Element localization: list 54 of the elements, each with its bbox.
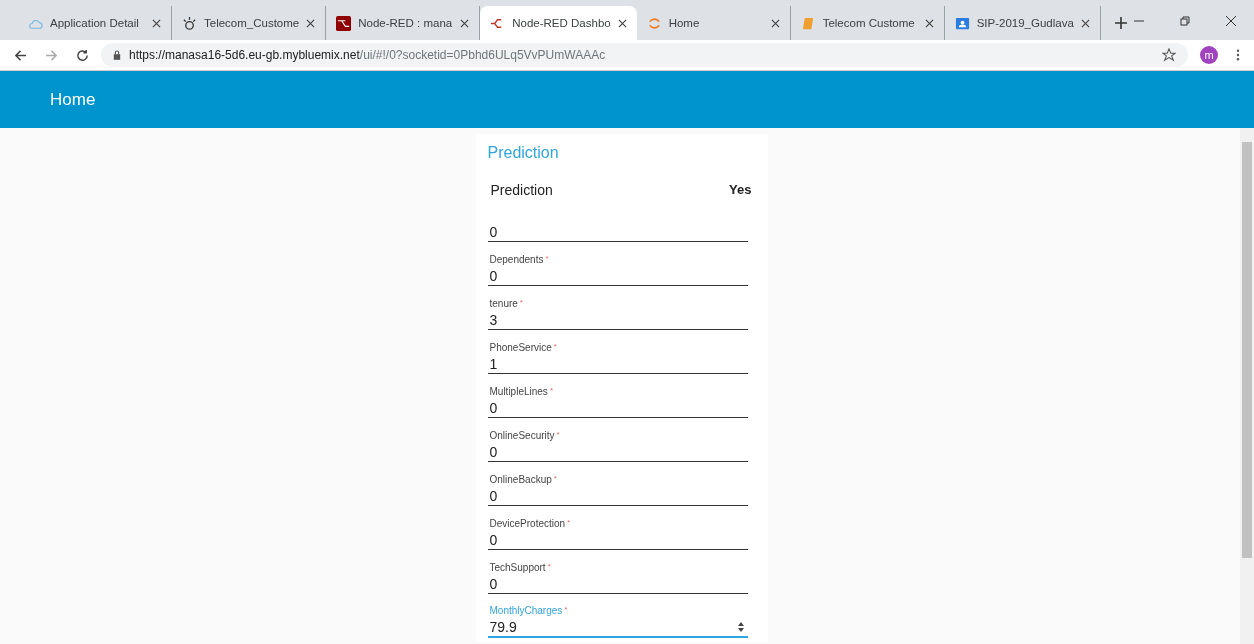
field-label: Dependents * [489, 254, 550, 265]
field-label: OnlineSecurity * [489, 430, 561, 441]
menu-icon[interactable] [1236, 49, 1240, 61]
scrollbar[interactable] [1240, 128, 1254, 644]
contact-card-icon [954, 15, 970, 31]
close-icon[interactable] [770, 18, 780, 28]
field-label: TechSupport * [489, 562, 552, 573]
input-field[interactable]: TechSupport * 0 [487, 554, 748, 594]
input-field[interactable]: 0 [487, 202, 748, 242]
tab-title: Telecom Custome [822, 17, 916, 29]
tab-title: Telecom_Custome [204, 17, 300, 29]
field-label: MultipleLines * [489, 386, 554, 397]
input-field[interactable]: tenure * 3 [487, 290, 748, 330]
app-logo-icon [336, 15, 352, 31]
address-field[interactable]: https://manasa16-5d6.eu-gb.mybluemix.net/ui/#!/0?socketid=0Pbhd6ULq5VvPUmWAAAc [101, 43, 1188, 67]
profile-avatar[interactable]: m [1200, 46, 1218, 64]
back-arrow-icon[interactable] [14, 48, 27, 62]
field-label: tenure * [489, 298, 524, 309]
star-icon[interactable] [1162, 48, 1176, 62]
tab-title: Home [668, 17, 701, 29]
tab-title: Node-RED : mana [358, 17, 454, 29]
input-field[interactable]: OnlineBackup * 0 [487, 466, 748, 506]
browser-tab[interactable]: Node-RED Dashbo [480, 6, 637, 40]
reload-icon[interactable] [76, 48, 89, 62]
field-label: OnlineBackup * [489, 474, 558, 485]
new-tab-icon[interactable] [1114, 17, 1127, 29]
field-label: MonthlyCharges * [489, 605, 569, 616]
close-icon[interactable] [152, 18, 161, 28]
close-icon[interactable] [460, 18, 470, 28]
input-field[interactable]: MonthlyCharges * 79.9 [487, 598, 748, 638]
close-icon[interactable] [1226, 16, 1236, 26]
input-field[interactable]: PhoneService * 1 [487, 334, 748, 374]
input-field[interactable]: DeviceProtection * 0 [487, 510, 748, 550]
close-icon[interactable] [306, 18, 316, 28]
lock-icon [113, 50, 121, 60]
tab-title: SIP-2019_Gudlava [976, 17, 1074, 29]
spinner-arrows-icon[interactable] [736, 621, 745, 633]
input-field[interactable]: Dependents * 0 [487, 246, 748, 286]
close-icon[interactable] [1080, 18, 1090, 28]
tab-title: Application Detail [50, 17, 140, 29]
bulb-icon [182, 15, 197, 31]
close-icon[interactable] [924, 18, 934, 28]
card-title: Prediction [487, 144, 560, 162]
tab-title: Node-RED Dashbo [512, 17, 611, 29]
input-field[interactable]: MultipleLines * 0 [487, 378, 748, 418]
result-label: Prediction [490, 182, 553, 198]
field-label: DeviceProtection * [489, 518, 572, 529]
book-icon [800, 15, 816, 31]
field-label: PhoneService * [489, 342, 558, 353]
input-field[interactable]: OnlineSecurity * 0 [487, 422, 748, 462]
result-value: Yes [729, 182, 752, 198]
restore-icon[interactable] [1180, 16, 1190, 26]
close-icon[interactable] [617, 18, 627, 28]
toolbar-title: Home [50, 89, 96, 110]
